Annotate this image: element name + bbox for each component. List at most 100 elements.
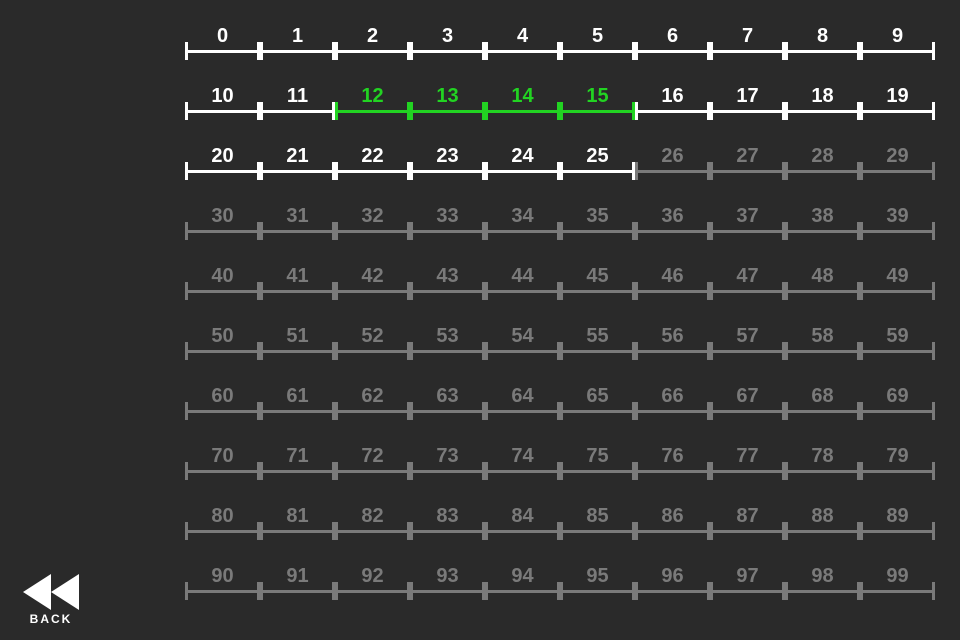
level-button[interactable]: 18 <box>785 80 860 109</box>
ruler-segment <box>635 170 710 173</box>
level-button[interactable]: 14 <box>485 80 560 109</box>
ruler-segment <box>860 530 935 533</box>
ruler-segment <box>710 170 785 173</box>
level-button[interactable]: 0 <box>185 20 260 49</box>
tick-mark <box>410 162 413 180</box>
level-button[interactable]: 2 <box>335 20 410 49</box>
level-number: 67 <box>710 380 785 409</box>
level-button: 69 <box>860 380 935 409</box>
level-number: 9 <box>860 20 935 49</box>
level-number: 6 <box>635 20 710 49</box>
level-number: 49 <box>860 260 935 289</box>
level-button[interactable]: 12 <box>335 80 410 109</box>
level-button[interactable]: 22 <box>335 140 410 169</box>
level-button[interactable]: 4 <box>485 20 560 49</box>
level-button[interactable]: 25 <box>560 140 635 169</box>
level-button: 43 <box>410 260 485 289</box>
level-button[interactable]: 9 <box>860 20 935 49</box>
level-number: 72 <box>335 440 410 469</box>
level-button[interactable]: 1 <box>260 20 335 49</box>
level-button: 46 <box>635 260 710 289</box>
level-number: 96 <box>635 560 710 589</box>
level-button[interactable]: 21 <box>260 140 335 169</box>
level-button: 66 <box>635 380 710 409</box>
level-button: 89 <box>860 500 935 529</box>
ruler-segment <box>860 110 935 113</box>
level-row: 30313233343536373839 <box>185 200 935 260</box>
back-button[interactable]: BACK <box>20 574 82 626</box>
level-button: 95 <box>560 560 635 589</box>
level-row: 0123456789 <box>185 20 935 80</box>
level-button[interactable]: 11 <box>260 80 335 109</box>
level-number: 44 <box>485 260 560 289</box>
level-button[interactable]: 8 <box>785 20 860 49</box>
tick-mark <box>410 402 413 420</box>
level-button[interactable]: 17 <box>710 80 785 109</box>
ruler-segment <box>410 470 485 473</box>
ruler-segment <box>560 170 635 173</box>
level-number: 12 <box>335 80 410 109</box>
level-button: 41 <box>260 260 335 289</box>
tick-mark <box>485 222 488 240</box>
tick-mark <box>485 402 488 420</box>
level-button[interactable]: 10 <box>185 80 260 109</box>
level-button: 72 <box>335 440 410 469</box>
ruler-segment <box>410 590 485 593</box>
level-button[interactable]: 13 <box>410 80 485 109</box>
level-button[interactable]: 23 <box>410 140 485 169</box>
ruler-segment <box>335 470 410 473</box>
level-row: 80818283848586878889 <box>185 500 935 560</box>
tick-mark <box>860 222 863 240</box>
ruler-segment <box>560 350 635 353</box>
ruler-segment <box>860 470 935 473</box>
tick-mark <box>260 582 263 600</box>
level-button: 26 <box>635 140 710 169</box>
level-button[interactable]: 15 <box>560 80 635 109</box>
ruler-segment <box>185 410 260 413</box>
ruler-segment <box>335 50 410 53</box>
level-button[interactable]: 7 <box>710 20 785 49</box>
ruler-segment <box>785 110 860 113</box>
ruler-segment <box>860 410 935 413</box>
level-number: 0 <box>185 20 260 49</box>
ruler-segment <box>410 110 485 113</box>
level-button: 49 <box>860 260 935 289</box>
ruler-segment <box>260 230 335 233</box>
level-button[interactable]: 24 <box>485 140 560 169</box>
level-number: 14 <box>485 80 560 109</box>
ruler-segment <box>560 110 635 113</box>
level-button: 31 <box>260 200 335 229</box>
level-button: 57 <box>710 320 785 349</box>
tick-mark <box>932 582 935 600</box>
tick-mark <box>635 222 638 240</box>
ruler-segment <box>335 290 410 293</box>
ruler-segment <box>185 530 260 533</box>
level-number: 35 <box>560 200 635 229</box>
level-button[interactable]: 20 <box>185 140 260 169</box>
level-button: 33 <box>410 200 485 229</box>
level-button[interactable]: 3 <box>410 20 485 49</box>
tick-mark <box>185 582 188 600</box>
tick-mark <box>335 462 338 480</box>
level-button[interactable]: 19 <box>860 80 935 109</box>
ruler-segment <box>635 50 710 53</box>
tick-mark <box>335 282 338 300</box>
tick-mark <box>260 522 263 540</box>
level-number: 42 <box>335 260 410 289</box>
level-button[interactable]: 16 <box>635 80 710 109</box>
level-number: 99 <box>860 560 935 589</box>
ruler-segment <box>485 350 560 353</box>
tick-mark <box>485 582 488 600</box>
ruler-segment <box>860 350 935 353</box>
level-button[interactable]: 5 <box>560 20 635 49</box>
level-button[interactable]: 6 <box>635 20 710 49</box>
level-button: 27 <box>710 140 785 169</box>
level-button: 50 <box>185 320 260 349</box>
tick-mark <box>560 582 563 600</box>
level-button: 48 <box>785 260 860 289</box>
level-button: 91 <box>260 560 335 589</box>
level-number: 53 <box>410 320 485 349</box>
level-number: 79 <box>860 440 935 469</box>
ruler-segment <box>260 110 335 113</box>
tick-mark <box>185 402 188 420</box>
